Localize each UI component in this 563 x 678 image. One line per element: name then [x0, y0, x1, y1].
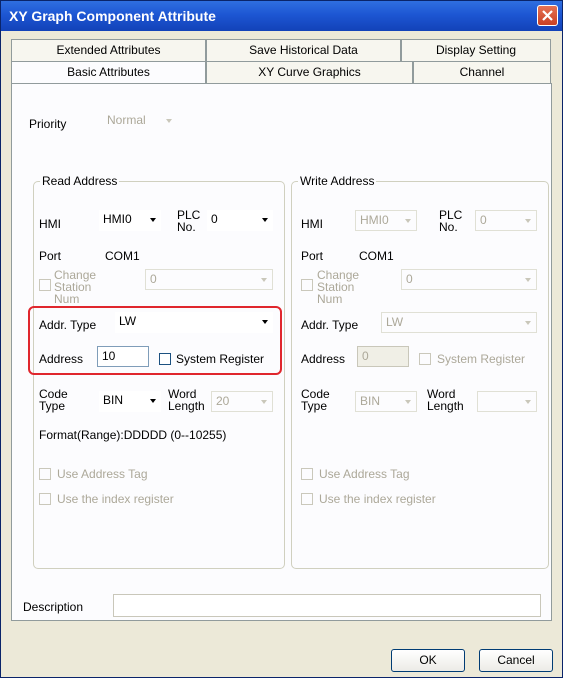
- write-addr-type-select[interactable]: LW: [381, 312, 537, 333]
- read-use-address-tag-label: Use Address Tag: [57, 467, 148, 481]
- read-addr-type-label: Addr. Type: [39, 318, 97, 332]
- read-word-length-select[interactable]: 20: [211, 391, 273, 412]
- write-hmi-value: HMI0: [360, 213, 389, 227]
- tab-basic-attributes[interactable]: Basic Attributes: [11, 61, 206, 85]
- read-plc-value: 0: [211, 212, 218, 226]
- tab-channel[interactable]: Channel: [413, 61, 551, 83]
- write-port-value: COM1: [359, 249, 394, 263]
- write-plc-select[interactable]: 0: [475, 210, 537, 231]
- read-use-index-register-checkbox[interactable]: [39, 493, 51, 505]
- chevron-down-icon: [520, 270, 536, 289]
- write-change-station-checkbox[interactable]: [301, 279, 313, 291]
- chevron-down-icon: [161, 111, 177, 130]
- write-addr-type-value: LW: [386, 315, 404, 329]
- write-address-label: Address: [301, 352, 346, 366]
- chevron-down-icon: [520, 313, 536, 332]
- tab-display-setting[interactable]: Display Setting: [401, 39, 551, 61]
- read-use-address-tag-checkbox[interactable]: [39, 468, 51, 480]
- read-plc-label: PLC No.: [177, 208, 201, 234]
- read-hmi-label: HMI: [39, 217, 61, 231]
- write-code-type-value: BIN: [360, 394, 381, 408]
- priority-select[interactable]: Normal: [103, 111, 177, 132]
- read-address-group: Read Address: [33, 174, 285, 569]
- description-label: Description: [23, 600, 84, 614]
- read-code-type-label: Code Type: [39, 387, 68, 413]
- priority-label: Priority: [29, 117, 67, 131]
- close-icon: [542, 10, 553, 21]
- read-system-register-checkbox[interactable]: [159, 353, 171, 365]
- write-change-station-value: 0: [406, 272, 413, 286]
- tab-xy-curve-graphics[interactable]: XY Curve Graphics: [206, 61, 413, 83]
- read-port-value: COM1: [105, 249, 140, 263]
- read-use-index-register-label: Use the index register: [57, 492, 174, 506]
- dialog-window: XY Graph Component Attribute Extended At…: [0, 0, 563, 678]
- close-button[interactable]: [537, 5, 558, 26]
- ok-button[interactable]: OK: [391, 649, 465, 672]
- write-system-register-label: System Register: [437, 352, 526, 366]
- window-title: XY Graph Component Attribute: [9, 8, 216, 24]
- chevron-down-icon: [256, 270, 272, 289]
- chevron-down-icon: [257, 312, 273, 331]
- write-word-length-select[interactable]: [477, 391, 537, 412]
- chevron-down-icon: [257, 210, 273, 229]
- read-addr-type-select[interactable]: LW: [115, 312, 273, 333]
- tab-extended-attributes[interactable]: Extended Attributes: [11, 39, 206, 61]
- chevron-down-icon: [145, 391, 161, 410]
- read-address-input[interactable]: 10: [97, 346, 149, 367]
- write-hmi-label: HMI: [301, 217, 323, 231]
- write-hmi-select[interactable]: HMI0: [355, 210, 417, 231]
- write-port-label: Port: [301, 249, 324, 263]
- priority-value: Normal: [107, 113, 146, 127]
- read-plc-select[interactable]: 0: [207, 210, 273, 231]
- write-word-length-label: Word Length: [427, 387, 464, 413]
- read-change-station-select[interactable]: 0: [145, 269, 273, 290]
- cancel-button[interactable]: Cancel: [479, 649, 553, 672]
- write-code-type-label: Code Type: [301, 387, 330, 413]
- write-plc-label: PLC No.: [439, 208, 463, 234]
- chevron-down-icon: [400, 211, 416, 230]
- read-change-station-value: 0: [150, 272, 157, 286]
- write-use-address-tag-label: Use Address Tag: [319, 467, 410, 481]
- read-change-station-label: Change Station Num: [54, 268, 97, 306]
- read-code-type-select[interactable]: BIN: [99, 391, 161, 412]
- read-format-text: Format(Range):DDDDD (0--10255): [39, 428, 227, 442]
- title-bar[interactable]: XY Graph Component Attribute: [1, 1, 562, 31]
- read-code-type-value: BIN: [103, 393, 124, 407]
- read-port-label: Port: [39, 249, 62, 263]
- tab-strip: Extended Attributes Save Historical Data…: [11, 39, 551, 85]
- read-hmi-select[interactable]: HMI0: [99, 210, 161, 231]
- chevron-down-icon: [520, 211, 536, 230]
- write-change-station-label: Change Station Num: [317, 268, 360, 306]
- write-use-address-tag-checkbox[interactable]: [301, 468, 313, 480]
- description-input[interactable]: [113, 594, 541, 617]
- write-address-group: Write Address: [291, 174, 549, 569]
- read-word-length-value: 20: [216, 394, 230, 408]
- read-address-label: Address: [39, 352, 84, 366]
- write-use-index-register-checkbox[interactable]: [301, 493, 313, 505]
- chevron-down-icon: [256, 392, 272, 411]
- write-address-title: Write Address: [298, 174, 377, 188]
- write-code-type-select[interactable]: BIN: [355, 391, 417, 412]
- write-use-index-register-label: Use the index register: [319, 492, 436, 506]
- tab-save-historical-data[interactable]: Save Historical Data: [206, 39, 401, 61]
- read-word-length-label: Word Length: [168, 387, 205, 413]
- chevron-down-icon: [400, 392, 416, 411]
- write-address-input[interactable]: 0: [357, 346, 409, 367]
- read-addr-type-value: LW: [119, 314, 137, 328]
- write-plc-value: 0: [480, 213, 487, 227]
- chevron-down-icon: [520, 392, 536, 411]
- chevron-down-icon: [145, 210, 161, 229]
- read-hmi-value: HMI0: [103, 212, 132, 226]
- write-system-register-checkbox[interactable]: [419, 353, 431, 365]
- read-system-register-label: System Register: [176, 352, 265, 366]
- read-address-title: Read Address: [40, 174, 120, 188]
- write-change-station-select[interactable]: 0: [401, 269, 537, 290]
- write-addr-type-label: Addr. Type: [301, 318, 359, 332]
- read-change-station-checkbox[interactable]: [39, 279, 51, 291]
